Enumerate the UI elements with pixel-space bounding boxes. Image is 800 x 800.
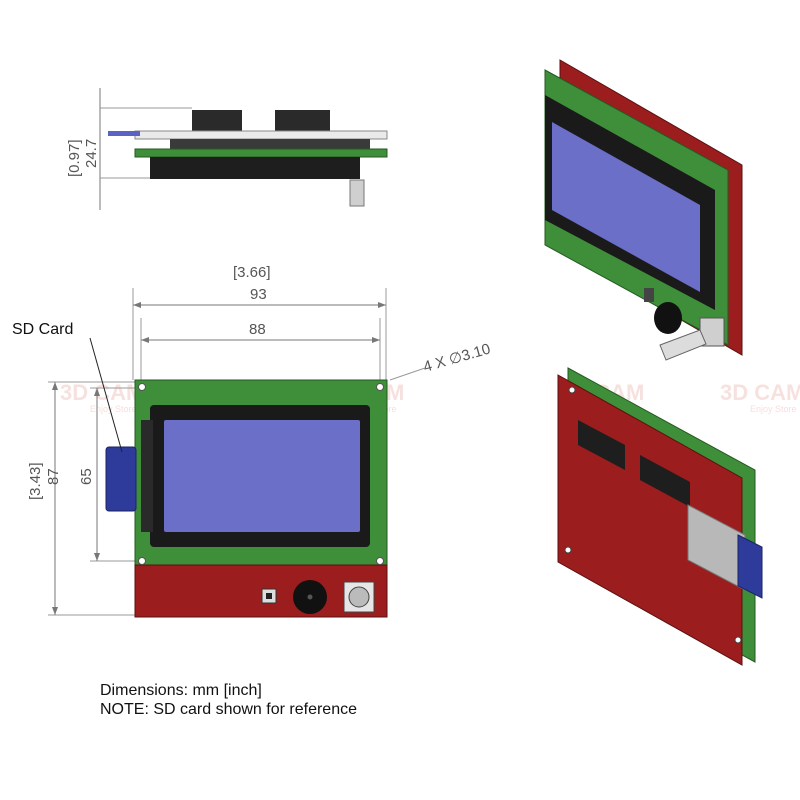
arrow-87-top bbox=[52, 382, 58, 390]
front-view: [3.66] 93 88 [3.43] 87 65 SD Card 4 X ∅3… bbox=[12, 264, 492, 618]
watermark-text-1: 3D CAM bbox=[60, 380, 144, 405]
arrow-87-bottom bbox=[52, 607, 58, 615]
front-lcd-screen bbox=[164, 420, 360, 532]
side-green-board bbox=[134, 148, 388, 158]
mount-hole-tr bbox=[376, 383, 384, 391]
front-height-inch: [3.43] bbox=[27, 462, 44, 500]
iso-back-view bbox=[557, 367, 763, 666]
sd-card-label: SD Card bbox=[12, 321, 73, 338]
notes-line-1: Dimensions: mm [inch] bbox=[100, 682, 262, 699]
side-thickness-mm: 24.7 bbox=[83, 139, 100, 168]
side-lcd-body bbox=[150, 157, 360, 179]
buzzer-hole bbox=[307, 594, 313, 600]
watermark-sub-3: Enjoy Store bbox=[750, 404, 797, 414]
front-width-inch: [3.66] bbox=[233, 264, 271, 281]
iso-buzzer-icon bbox=[654, 302, 682, 334]
holes-leader bbox=[389, 367, 426, 381]
iso-back-hole-1 bbox=[568, 386, 576, 394]
iso-front-view bbox=[544, 59, 743, 361]
side-sd-card bbox=[108, 131, 140, 136]
arrow-88-left bbox=[141, 337, 149, 343]
iso-reset-button-icon bbox=[644, 288, 654, 302]
holes-label: 4 X ∅3.10 bbox=[421, 340, 492, 375]
iso-back-hole-2 bbox=[564, 546, 572, 554]
iso-encoder-shaft bbox=[659, 329, 707, 361]
side-thickness-inch: [0.97] bbox=[66, 139, 83, 177]
arrow-65-bottom bbox=[94, 553, 100, 561]
arrow-88-right bbox=[372, 337, 380, 343]
mount-hole-bl bbox=[138, 557, 146, 565]
side-top-plate bbox=[134, 130, 388, 140]
mount-hole-tl bbox=[138, 383, 146, 391]
arrow-93-left bbox=[133, 302, 141, 308]
front-width-mm: 93 bbox=[250, 286, 267, 303]
front-sd-card bbox=[105, 446, 137, 512]
encoder-knob-cap bbox=[348, 586, 370, 608]
technical-drawing: 3D CAM 3D CAM 3D CAM 3D CAM Enjoy Store … bbox=[12, 59, 800, 718]
mount-hole-br bbox=[376, 557, 384, 565]
side-knob bbox=[349, 179, 365, 207]
front-height-mm: 87 bbox=[45, 468, 62, 485]
front-lcd-side-tab bbox=[141, 420, 153, 532]
watermark-text-4: 3D CAM bbox=[720, 380, 800, 405]
front-hole-spacing-mm: 65 bbox=[78, 468, 95, 485]
notes-line-2: NOTE: SD card shown for reference bbox=[100, 701, 357, 718]
front-inner-width-mm: 88 bbox=[249, 321, 266, 338]
arrow-93-right bbox=[378, 302, 386, 308]
side-middle-layer bbox=[170, 139, 370, 149]
side-view: [0.97] 24.7 bbox=[66, 88, 388, 210]
reset-button-cap bbox=[266, 593, 272, 599]
iso-back-hole-3 bbox=[734, 636, 742, 644]
